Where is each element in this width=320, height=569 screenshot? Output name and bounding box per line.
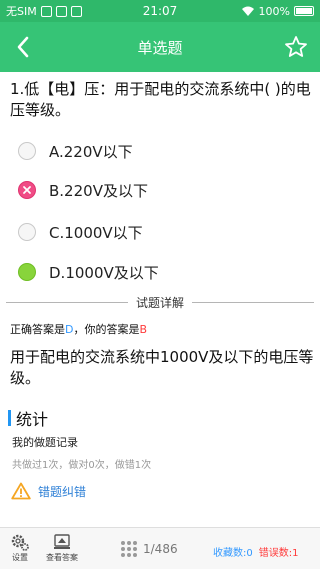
count-summary: 收藏数:0 错误数:1 [213,544,298,559]
user-prefix: ，你的答案是 [73,323,140,336]
option-label: B.220V及以下 [49,181,148,200]
explanation-text: 用于配电的交流系统中1000V及以下的电压等级。 [10,348,314,387]
view-answer-label: 查看答案 [46,553,78,562]
favorites-count: 收藏数:0 [213,548,253,559]
wrong-mark-icon [18,181,36,199]
settings-button[interactable]: 设置 [10,532,30,563]
grid-icon [121,541,137,557]
answer-card-icon [54,534,70,549]
back-button[interactable] [8,32,38,62]
stats-title: 统计 [16,410,49,429]
bottom-toolbar: 设置 查看答案 1/486 收藏数:0 错误数:1 [0,527,320,569]
gear-icon [11,534,29,551]
app-bar: 单选题 [0,22,320,72]
progress-label: 1/486 [143,542,178,556]
report-error-button[interactable]: 错题纠错 [11,480,86,502]
user-answer: B [139,323,148,336]
battery-icon [294,6,314,16]
question-progress[interactable]: 1/486 [120,540,178,558]
details-label: 试题详解 [136,295,185,310]
favorite-button[interactable] [280,31,312,63]
option-label: A.220V以下 [49,142,133,161]
option-a[interactable]: A.220V以下 [18,136,133,166]
errors-count: 错误数:1 [258,548,299,559]
settings-label: 设置 [12,553,28,562]
star-outline-icon [285,36,307,57]
option-label: C.1000V以下 [49,223,143,242]
radio-unselected-icon [18,142,36,160]
record-title: 我的做题记录 [12,436,78,449]
question-text: 1.低【电】压：用于配电的交流系统中( )的电压等级。 [10,80,311,119]
correct-prefix: 正确答案是 [10,323,65,336]
clock: 21:07 [142,4,178,18]
chevron-left-icon [17,36,29,58]
warning-icon [11,482,31,500]
option-d[interactable]: D.1000V及以下 [18,257,159,287]
details-divider: 试题详解 [6,292,315,312]
divider-line [192,301,315,303]
status-bar: 无SIM 21:07 100% [0,0,320,22]
section-accent-bar [8,410,11,426]
stats-heading: 统计 [8,406,48,430]
report-error-label: 错题纠错 [38,484,87,499]
radio-unselected-icon [18,223,36,241]
option-c[interactable]: C.1000V以下 [18,217,143,247]
record-detail: 共做过1次，做对0次，做错1次 [12,460,152,471]
correct-mark-icon [18,263,36,281]
page-title: 单选题 [137,38,183,57]
view-answer-button[interactable]: 查看答案 [46,532,78,563]
option-b[interactable]: B.220V及以下 [18,175,148,205]
answer-summary: 正确答案是D，你的答案是B [10,321,147,337]
option-label: D.1000V及以下 [49,263,159,282]
divider-line [6,301,128,303]
